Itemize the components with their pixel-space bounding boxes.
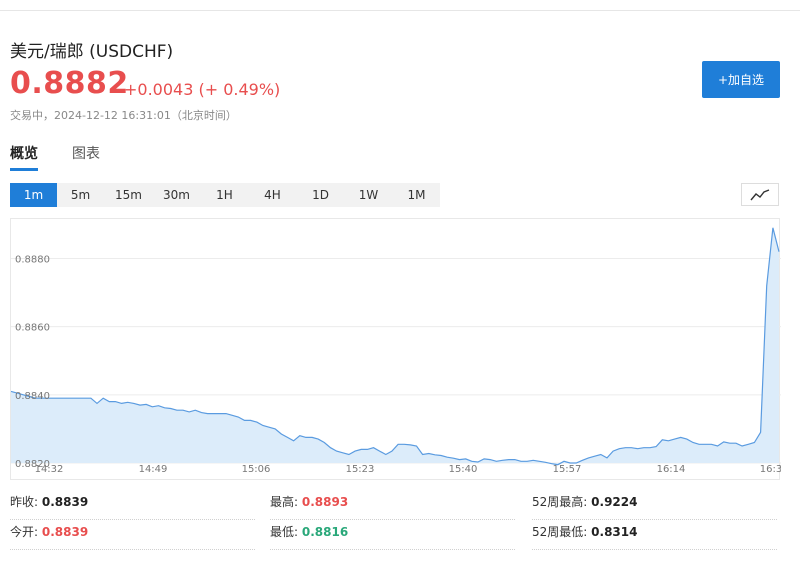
stat-prev-close: 昨收: 0.8839 bbox=[10, 488, 255, 520]
x-tick-label: 15:06 bbox=[242, 464, 271, 475]
price-chart-svg: 0.88200.88400.88600.888014:32 14:49 15:06 1… bbox=[11, 227, 781, 475]
x-tick-label: 14:49 bbox=[139, 464, 168, 475]
y-tick-label: 0.8840 bbox=[15, 391, 50, 402]
stat-value: 0.8893 bbox=[301, 495, 349, 509]
x-tick-label: 15:23 bbox=[346, 464, 375, 475]
range-1d[interactable]: 1D bbox=[297, 183, 344, 207]
pair-name: 美元/瑞郎 bbox=[10, 42, 84, 62]
active-tab-indicator bbox=[10, 168, 38, 171]
stat-low: 最低: 0.8816 bbox=[270, 518, 515, 550]
range-1w[interactable]: 1W bbox=[345, 183, 392, 207]
pair-symbol: (USDCHF) bbox=[89, 42, 174, 62]
range-1mo[interactable]: 1M bbox=[393, 183, 440, 207]
stat-52w-low: 52周最低: 0.8314 bbox=[532, 518, 777, 550]
top-divider bbox=[0, 10, 800, 11]
range-1m[interactable]: 1m bbox=[10, 183, 57, 207]
stat-label: 52周最低: bbox=[532, 525, 588, 539]
x-tick-label: 14:32 bbox=[35, 464, 64, 475]
range-5m[interactable]: 5m bbox=[57, 183, 104, 207]
x-tick-label: 16:3 bbox=[760, 464, 781, 475]
price-chart: 0.8820 0.8840 0.8860 0.8880 14:32 14:49 15:06 1… bbox=[10, 218, 781, 480]
stat-value: 0.8314 bbox=[591, 525, 638, 539]
x-tick-label: 16:14 bbox=[657, 464, 686, 475]
current-price: 0.8882 bbox=[10, 66, 129, 101]
range-15m[interactable]: 15m bbox=[105, 183, 152, 207]
range-1h[interactable]: 1H bbox=[201, 183, 248, 207]
stat-value: 0.9224 bbox=[591, 495, 638, 509]
stat-high: 最高: 0.8893 bbox=[270, 488, 515, 520]
price-change: +0.0043 (+ 0.49%) bbox=[124, 80, 281, 99]
stat-open: 今开: 0.8839 bbox=[10, 518, 255, 550]
trading-status: 交易中，2024-12-12 16:31:01（北京时间） bbox=[10, 109, 237, 122]
y-tick-label: 0.8880 bbox=[15, 254, 50, 265]
y-tick-label: 0.8860 bbox=[15, 323, 50, 334]
time-range-selector: 1m 5m 15m 30m 1H 4H 1D 1W 1M bbox=[10, 183, 440, 207]
stat-label: 最低: bbox=[270, 525, 299, 539]
x-tick-label: 15:40 bbox=[449, 464, 478, 475]
tab-overview[interactable]: 概览 bbox=[10, 143, 38, 163]
page-title: 美元/瑞郎 (USDCHF) bbox=[10, 37, 173, 62]
line-chart-icon bbox=[750, 188, 770, 200]
stat-label: 最高: bbox=[270, 495, 299, 509]
range-4h[interactable]: 4H bbox=[249, 183, 296, 207]
chart-type-toggle[interactable] bbox=[741, 183, 779, 206]
stat-value: 0.8816 bbox=[301, 525, 349, 539]
price-area bbox=[11, 227, 779, 465]
stat-value: 0.8839 bbox=[41, 495, 89, 509]
stat-label: 今开: bbox=[10, 525, 39, 539]
add-watchlist-button[interactable]: +加自选 bbox=[702, 61, 780, 98]
stat-label: 昨收: bbox=[10, 495, 39, 509]
x-tick-label: 15:57 bbox=[553, 464, 582, 475]
stat-label: 52周最高: bbox=[532, 495, 588, 509]
stat-value: 0.8839 bbox=[41, 525, 89, 539]
range-30m[interactable]: 30m bbox=[153, 183, 200, 207]
stat-52w-high: 52周最高: 0.9224 bbox=[532, 488, 777, 520]
tab-chart[interactable]: 图表 bbox=[72, 143, 100, 163]
